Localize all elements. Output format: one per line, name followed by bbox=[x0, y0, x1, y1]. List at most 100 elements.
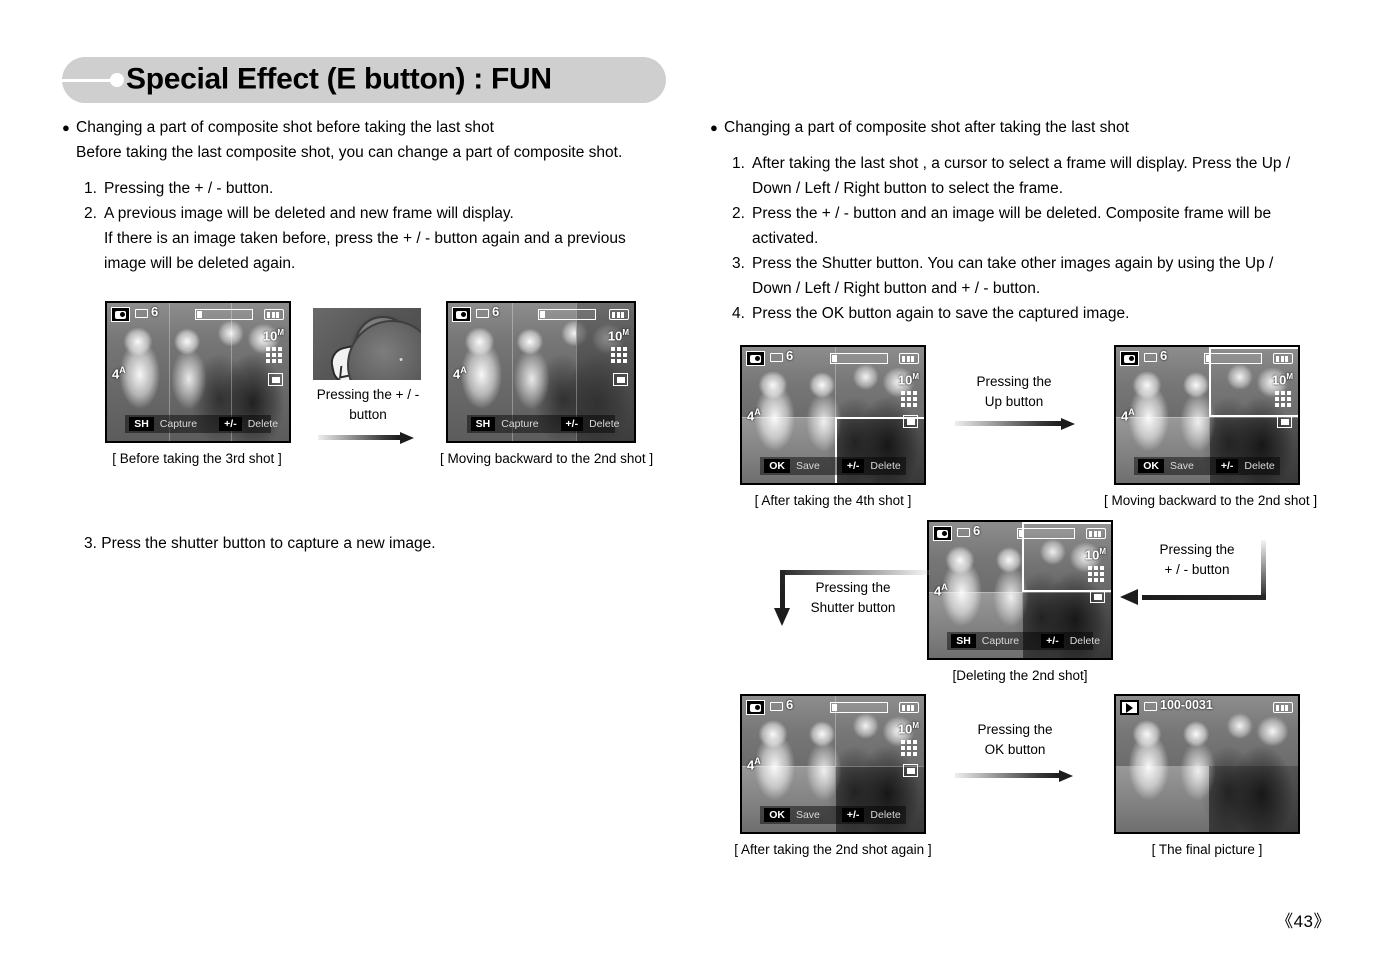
memory-card-icon bbox=[1144, 702, 1157, 711]
metering-icon bbox=[613, 373, 628, 386]
right-step-2-line-1: Press the + / - button and an image will… bbox=[752, 205, 1272, 222]
save-label: Save bbox=[795, 809, 820, 821]
flash-auto-icon: 4A bbox=[934, 582, 948, 599]
shutter-key-badge[interactable]: SH bbox=[951, 634, 976, 648]
right-column: ● Changing a part of composite shot afte… bbox=[710, 115, 1330, 326]
metering-icon bbox=[903, 415, 918, 428]
ok-key-badge[interactable]: OK bbox=[1138, 459, 1164, 473]
bullet-dot-icon: ● bbox=[62, 120, 70, 135]
figure-deleting-2nd-shot: 6 10M 4A SH Capture +/- Delete [Deleting… bbox=[927, 520, 1113, 683]
figure-after-4th-shot: 6 10M 4A OK Save +/- Delete [ After taki… bbox=[740, 345, 926, 508]
status-bar-indicator bbox=[830, 353, 888, 364]
plusminus-key-badge[interactable]: +/- bbox=[841, 808, 865, 822]
right-step-1-line-2: Down / Left / Right button to select the… bbox=[752, 180, 1064, 197]
shutter-key-badge[interactable]: SH bbox=[129, 417, 154, 431]
right-step-2-line-2: activated. bbox=[752, 230, 819, 247]
bullet-dot-icon: ● bbox=[710, 120, 718, 135]
plusminus-key-badge[interactable]: +/- bbox=[841, 459, 865, 473]
right-step-3-index: 3. bbox=[732, 255, 745, 272]
status-bar-indicator bbox=[830, 702, 888, 713]
right-bullet-line-1: Changing a part of composite shot after … bbox=[724, 119, 1129, 136]
quadrant-bottom-right bbox=[1209, 766, 1298, 832]
left-bullet-line-2: Before taking the last composite shot, y… bbox=[76, 144, 623, 161]
battery-full-icon bbox=[609, 309, 629, 320]
shutter-key-badge[interactable]: SH bbox=[470, 417, 496, 431]
metering-icon bbox=[903, 764, 918, 777]
plusminus-key-badge[interactable]: +/- bbox=[1215, 459, 1239, 473]
arrow-elbow-plusminus bbox=[1120, 540, 1266, 605]
memory-card-icon bbox=[770, 702, 783, 711]
quadrant-bottom-left bbox=[1116, 766, 1209, 832]
arrow-right-up-button bbox=[955, 418, 1075, 430]
plusminus-key-badge[interactable]: +/- bbox=[219, 417, 242, 431]
file-number-label: 100-0031 bbox=[1160, 698, 1213, 712]
page-title: Special Effect (E button) : FUN bbox=[126, 62, 552, 96]
left-steps-list: 1. Pressing the + / - button. 2. A previ… bbox=[62, 176, 672, 276]
right-steps-list: 1. After taking the last shot , a cursor… bbox=[710, 151, 1330, 326]
flash-auto-icon: 4A bbox=[453, 365, 467, 382]
plusminus-arrow-label-line2: button bbox=[349, 407, 387, 422]
left-bullet-line-1: Changing a part of composite shot before… bbox=[76, 119, 494, 136]
delete-label: Delete bbox=[247, 418, 279, 430]
figure-before-3rd-shot: 6 10M 4A SH Capture +/- Delete [ Before … bbox=[105, 301, 291, 466]
lcd-command-bar: SH Capture +/- Delete bbox=[466, 415, 619, 433]
right-step-1: 1. After taking the last shot , a cursor… bbox=[732, 151, 1330, 201]
battery-full-icon bbox=[899, 353, 919, 364]
right-step-2: 2. Press the + / - button and an image w… bbox=[732, 201, 1330, 251]
play-mode-icon bbox=[1120, 700, 1139, 715]
shots-remaining-count: 6 bbox=[1160, 348, 1168, 363]
status-bar-indicator bbox=[538, 309, 596, 320]
status-bar-indicator bbox=[1017, 528, 1075, 539]
lcd-command-bar: SH Capture +/- Delete bbox=[947, 632, 1100, 650]
figure-caption-final-picture: [ The final picture ] bbox=[1151, 842, 1263, 857]
ok-key-badge[interactable]: OK bbox=[764, 808, 790, 822]
left-step-2-index: 2. bbox=[84, 205, 97, 222]
figure-caption-after-2nd-shot-again: [ After taking the 2nd shot again ] bbox=[734, 842, 932, 857]
right-step-3-line-2: Down / Left / Right button and + / - but… bbox=[752, 280, 1041, 297]
metering-icon bbox=[1277, 415, 1292, 428]
figure-caption-before-3rd-shot: [ Before taking the 3rd shot ] bbox=[112, 451, 282, 466]
memory-card-icon bbox=[135, 309, 148, 318]
left-step-2-line-2: If there is an image taken before, press… bbox=[104, 230, 626, 247]
memory-card-icon bbox=[1144, 353, 1157, 362]
quality-dots-icon bbox=[901, 391, 917, 407]
status-bar-indicator bbox=[1204, 353, 1262, 364]
plusminus-key-badge[interactable]: +/- bbox=[1041, 634, 1064, 648]
resolution-indicator: 10M bbox=[1084, 547, 1106, 563]
frame-seam-horizontal bbox=[742, 766, 924, 767]
right-step-1-line-1: After taking the last shot , a cursor to… bbox=[752, 155, 1291, 172]
battery-full-icon bbox=[264, 309, 284, 320]
left-step-3: 3. Press the shutter button to capture a… bbox=[84, 535, 436, 552]
figure-moving-backward-2nd-right: 6 10M 4A OK Save +/- Delete [ Moving bac… bbox=[1104, 345, 1317, 508]
up-arrow-label: Pressing the Up button bbox=[942, 372, 1086, 412]
shots-remaining-count: 6 bbox=[786, 348, 794, 363]
frame-seam-horizontal bbox=[1116, 417, 1298, 418]
camera-mode-icon bbox=[452, 307, 471, 322]
quality-dots-icon bbox=[1088, 566, 1104, 582]
figure-caption-moving-backward-2nd-right: [ Moving backward to the 2nd shot ] bbox=[1104, 493, 1318, 508]
mic-icon: • bbox=[399, 354, 403, 366]
flash-auto-icon: 4A bbox=[1121, 407, 1135, 424]
figure-final-picture: 100-0031 [ The final picture ] bbox=[1114, 694, 1300, 857]
resolution-indicator: 10M bbox=[897, 372, 919, 388]
left-step-2-line-3: image will be deleted again. bbox=[104, 255, 296, 272]
figure-after-2nd-shot-again: 6 10M 4A OK Save +/- Delete [ After taki… bbox=[734, 694, 932, 857]
resolution-indicator: 10M bbox=[607, 328, 629, 344]
battery-full-icon bbox=[1273, 353, 1293, 364]
right-step-2-index: 2. bbox=[732, 205, 745, 222]
plusminus-key-badge[interactable]: +/- bbox=[560, 417, 584, 431]
ok-key-badge[interactable]: OK bbox=[764, 459, 790, 473]
camera-mode-icon bbox=[111, 307, 130, 322]
flash-auto-icon: 4A bbox=[112, 365, 126, 382]
lcd-screen-final-picture: 100-0031 bbox=[1114, 694, 1300, 834]
left-step-1: 1. Pressing the + / - button. bbox=[84, 176, 672, 201]
metering-icon bbox=[1090, 590, 1105, 603]
plusminus-arrow-label-line1: Pressing the + / - bbox=[316, 387, 420, 402]
plusminus-arrow-label: Pressing the + / - button bbox=[313, 385, 423, 425]
lcd-command-bar: SH Capture +/- Delete bbox=[125, 415, 278, 433]
lcd-screen-after-4th-shot: 6 10M 4A OK Save +/- Delete bbox=[740, 345, 926, 485]
capture-label: Capture bbox=[159, 418, 198, 430]
quality-dots-icon bbox=[1275, 391, 1291, 407]
frame-seam-horizontal bbox=[929, 592, 1111, 593]
delete-label: Delete bbox=[1244, 460, 1275, 472]
